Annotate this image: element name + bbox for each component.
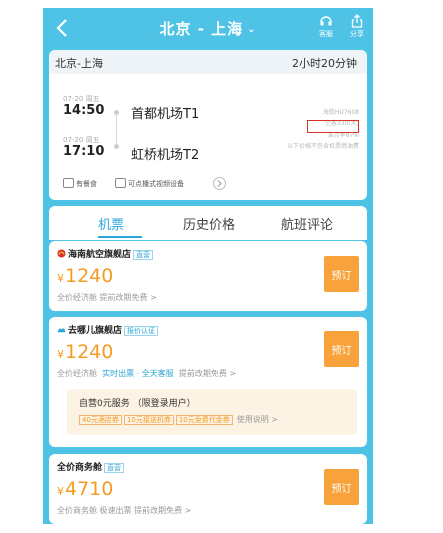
price: ¥4710 <box>57 478 113 500</box>
offer-card[interactable]: 去哪儿旗舰店 报价认证 ¥1240 全价经济舱 实时出票 · 全天客服 提前改期免… <box>49 317 367 447</box>
promo-box[interactable]: 自营0元服务 （限登录用户） 40元酒店券 10元接送机券 10元免费代金券 使用说明… <box>67 389 357 435</box>
customer-service-button[interactable]: 客服 <box>312 14 340 46</box>
route-bar: 北京-上海 2小时20分钟 <box>49 50 367 74</box>
service-highlight: 实时出票 · 全天客服 <box>102 369 174 378</box>
vendor-name: 全价商务舱 直营 <box>57 460 125 473</box>
currency-symbol: ¥ <box>57 348 64 361</box>
arrive-dot <box>114 144 119 149</box>
fare-class: 全价经济舱 <box>57 369 97 378</box>
fare-details[interactable]: 全价商务舱 极速出票 提前改期免费 > <box>57 505 191 516</box>
video-chip: 可点播式视频设备 <box>115 178 184 190</box>
vendor-tag: 直营 <box>104 463 125 473</box>
book-button[interactable]: 预订 <box>324 469 359 505</box>
usage-info-link[interactable]: 使用说明 > <box>237 415 278 424</box>
share-icon <box>351 14 363 28</box>
active-tab-indicator <box>98 236 142 238</box>
share-label: 分享 <box>350 30 364 38</box>
price: ¥1240 <box>57 341 113 363</box>
tab-bar: 机票 历史价格 航班评论 <box>49 206 367 240</box>
price: ¥1240 <box>57 265 113 287</box>
book-button[interactable]: 预订 <box>324 331 359 367</box>
meal-chip: 有餐食 <box>63 178 97 190</box>
currency-symbol: ¥ <box>57 272 64 285</box>
service-label: 客服 <box>319 30 333 38</box>
vendor-label: 去哪儿旗舰店 <box>68 326 123 336</box>
offer-card[interactable]: 全价商务舱 直营 ¥4710 全价商务舱 极速出票 提前改期免费 > 预订 <box>49 454 367 524</box>
fuel-note: 以下价格不包含机票燃油费 <box>286 143 359 150</box>
top-bar: 北京 - 上海 ⌄ 客服 分享 <box>43 8 373 48</box>
vendor-name: 去哪儿旗舰店 报价认证 <box>57 323 159 336</box>
price-value: 4710 <box>65 478 114 500</box>
route-line <box>116 114 117 144</box>
more-details-button[interactable] <box>213 177 226 190</box>
currency-symbol: ¥ <box>57 485 64 498</box>
coupon-pill: 10元免费代金券 <box>175 415 233 425</box>
coupon-pill: 40元酒店券 <box>79 415 122 425</box>
vendor-label: 全价商务舱 <box>57 463 103 473</box>
offer-card[interactable]: 海南航空旗舰店 直营 ¥1240 全价经济舱 提前改期免费 > 预订 <box>49 241 367 311</box>
fare-details[interactable]: 全价经济舱 实时出票 · 全天客服 提前改期免费 > <box>57 368 236 379</box>
arrive-airport: 虹桥机场T2 <box>131 148 200 163</box>
change-policy: 提前改期免费 > <box>178 369 237 378</box>
book-button[interactable]: 预订 <box>324 256 359 292</box>
meal-icon <box>63 178 74 188</box>
depart-time: 14:50 <box>63 103 105 118</box>
vendor-tag: 直营 <box>133 250 154 260</box>
flight-number: 海航HU7608 <box>322 109 359 116</box>
video-label: 可点播式视频设备 <box>128 180 184 188</box>
flight-duration: 2小时20分钟 <box>292 57 357 70</box>
screen-icon <box>115 178 126 188</box>
vendor-tag: 报价认证 <box>124 326 159 336</box>
chevron-right-icon <box>217 180 222 187</box>
price-value: 1240 <box>65 341 114 363</box>
hainan-airlines-logo-icon <box>57 249 66 258</box>
coupon-pill: 10元接送机券 <box>123 415 174 425</box>
meal-label: 有餐食 <box>76 180 97 188</box>
highlight-box <box>307 120 359 133</box>
app-screen: 北京 - 上海 ⌄ 客服 分享 北京-上海 2小时20分钟 07-20 周五 14… <box>43 8 373 524</box>
vendor-name: 海南航空旗舰店 直营 <box>57 247 154 260</box>
share-button[interactable]: 分享 <box>343 14 371 46</box>
headset-icon <box>320 16 332 26</box>
tab-flight-reviews[interactable]: 航班评论 <box>281 214 333 233</box>
vendor-label: 海南航空旗舰店 <box>68 250 132 260</box>
route-name: 北京-上海 <box>55 57 103 70</box>
promo-coupons: 40元酒店券 10元接送机券 10元免费代金券 使用说明 > <box>79 414 278 425</box>
depart-airport: 首都机场T1 <box>131 107 200 122</box>
arrive-time: 17:10 <box>63 144 105 159</box>
promo-title: 自营0元服务 （限登录用户） <box>79 399 196 409</box>
qunar-camel-logo-icon <box>57 328 66 333</box>
chevron-down-icon: ⌄ <box>247 24 257 35</box>
fare-details[interactable]: 全价经济舱 提前改期免费 > <box>57 292 157 303</box>
route-title: 北京 - 上海 <box>159 20 244 38</box>
tab-tickets[interactable]: 机票 <box>98 214 124 233</box>
price-value: 1240 <box>65 265 114 287</box>
tab-price-history[interactable]: 历史价格 <box>183 214 235 233</box>
